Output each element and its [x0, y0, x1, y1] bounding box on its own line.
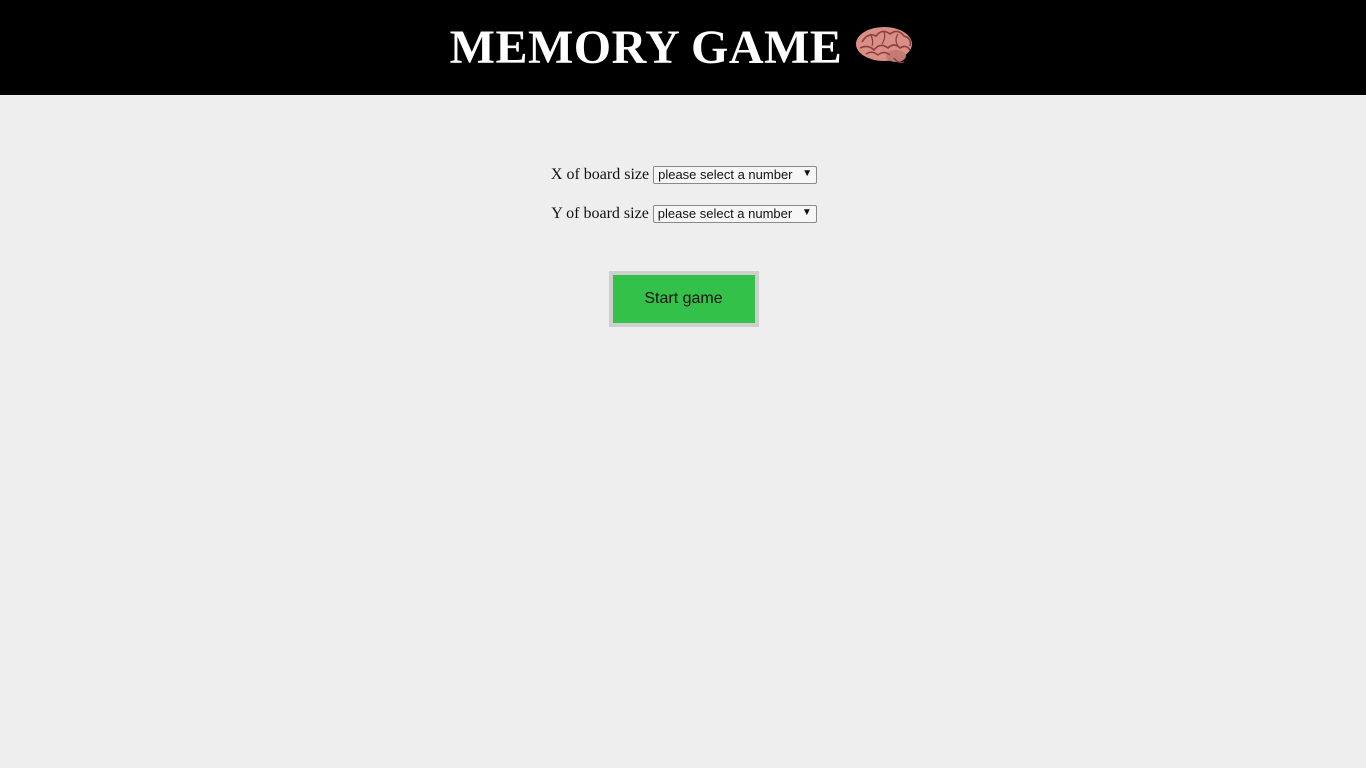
x-size-row: X of board size please select a number ▼ [549, 163, 818, 187]
page-title: MEMORY GAME [449, 21, 843, 74]
start-button-wrap: Start game [0, 271, 1366, 327]
y-size-row: Y of board size please select a number ▼ [549, 202, 817, 226]
page-header: MEMORY GAME [0, 0, 1366, 95]
y-size-select[interactable]: please select a number ▼ [652, 205, 817, 223]
y-size-label: Y of board size [551, 205, 649, 222]
brain-icon [854, 22, 916, 68]
x-size-select[interactable]: please select a number ▼ [653, 166, 818, 184]
start-game-button[interactable]: Start game [608, 271, 759, 327]
main-content: X of board size please select a number ▼… [0, 163, 1366, 327]
dropdown-arrow-icon: ▼ [801, 207, 812, 218]
dropdown-arrow-icon: ▼ [802, 168, 813, 179]
x-size-selected-value: please select a number [658, 167, 793, 182]
x-size-label: X of board size [550, 166, 650, 183]
board-size-form: X of board size please select a number ▼… [0, 163, 1366, 241]
page-title-wrap: MEMORY GAME [450, 20, 917, 75]
y-size-selected-value: please select a number [657, 206, 793, 221]
